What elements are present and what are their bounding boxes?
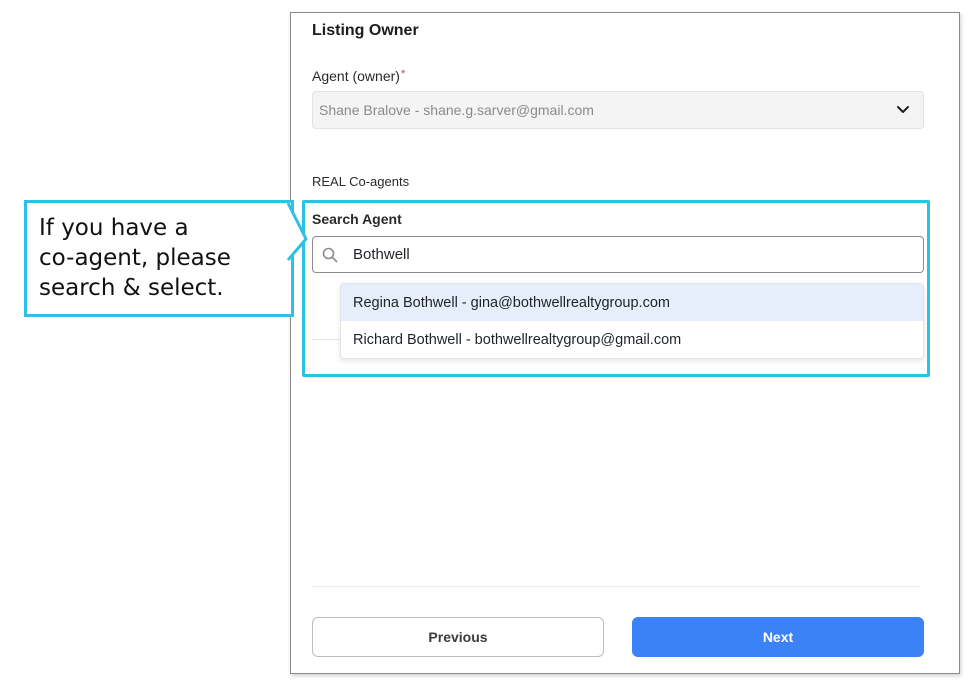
agent-owner-value: Shane Bralove - shane.g.sarver@gmail.com [319,102,594,118]
agent-owner-label: Agent (owner)* [312,68,405,84]
real-coagents-label: REAL Co-agents [312,174,410,189]
search-results-dropdown: Regina Bothwell - gina@bothwellrealtygro… [340,283,924,359]
agent-owner-label-text: Agent (owner) [312,68,400,84]
search-agent-input[interactable]: Bothwell [312,236,924,273]
chevron-down-icon[interactable] [895,102,911,118]
next-button[interactable]: Next [632,617,924,657]
search-icon [321,246,339,264]
annotation-callout-text: If you have a co-agent, please search & … [39,215,231,301]
listing-owner-panel: Listing Owner Agent (owner)* Shane Bralo… [290,12,960,674]
search-agent-value: Bothwell [353,246,410,263]
search-agent-label: Search Agent [312,211,402,227]
annotation-callout: If you have a co-agent, please search & … [24,200,294,317]
footer-divider [312,586,920,587]
required-marker: * [400,68,406,80]
section-title: Listing Owner [312,22,419,39]
search-result-option[interactable]: Regina Bothwell - gina@bothwellrealtygro… [341,284,923,321]
search-result-option[interactable]: Richard Bothwell - bothwellrealtygroup@g… [341,321,923,358]
callout-arrow-icon [286,202,308,262]
previous-button[interactable]: Previous [312,617,604,657]
agent-owner-select[interactable]: Shane Bralove - shane.g.sarver@gmail.com [312,91,924,129]
